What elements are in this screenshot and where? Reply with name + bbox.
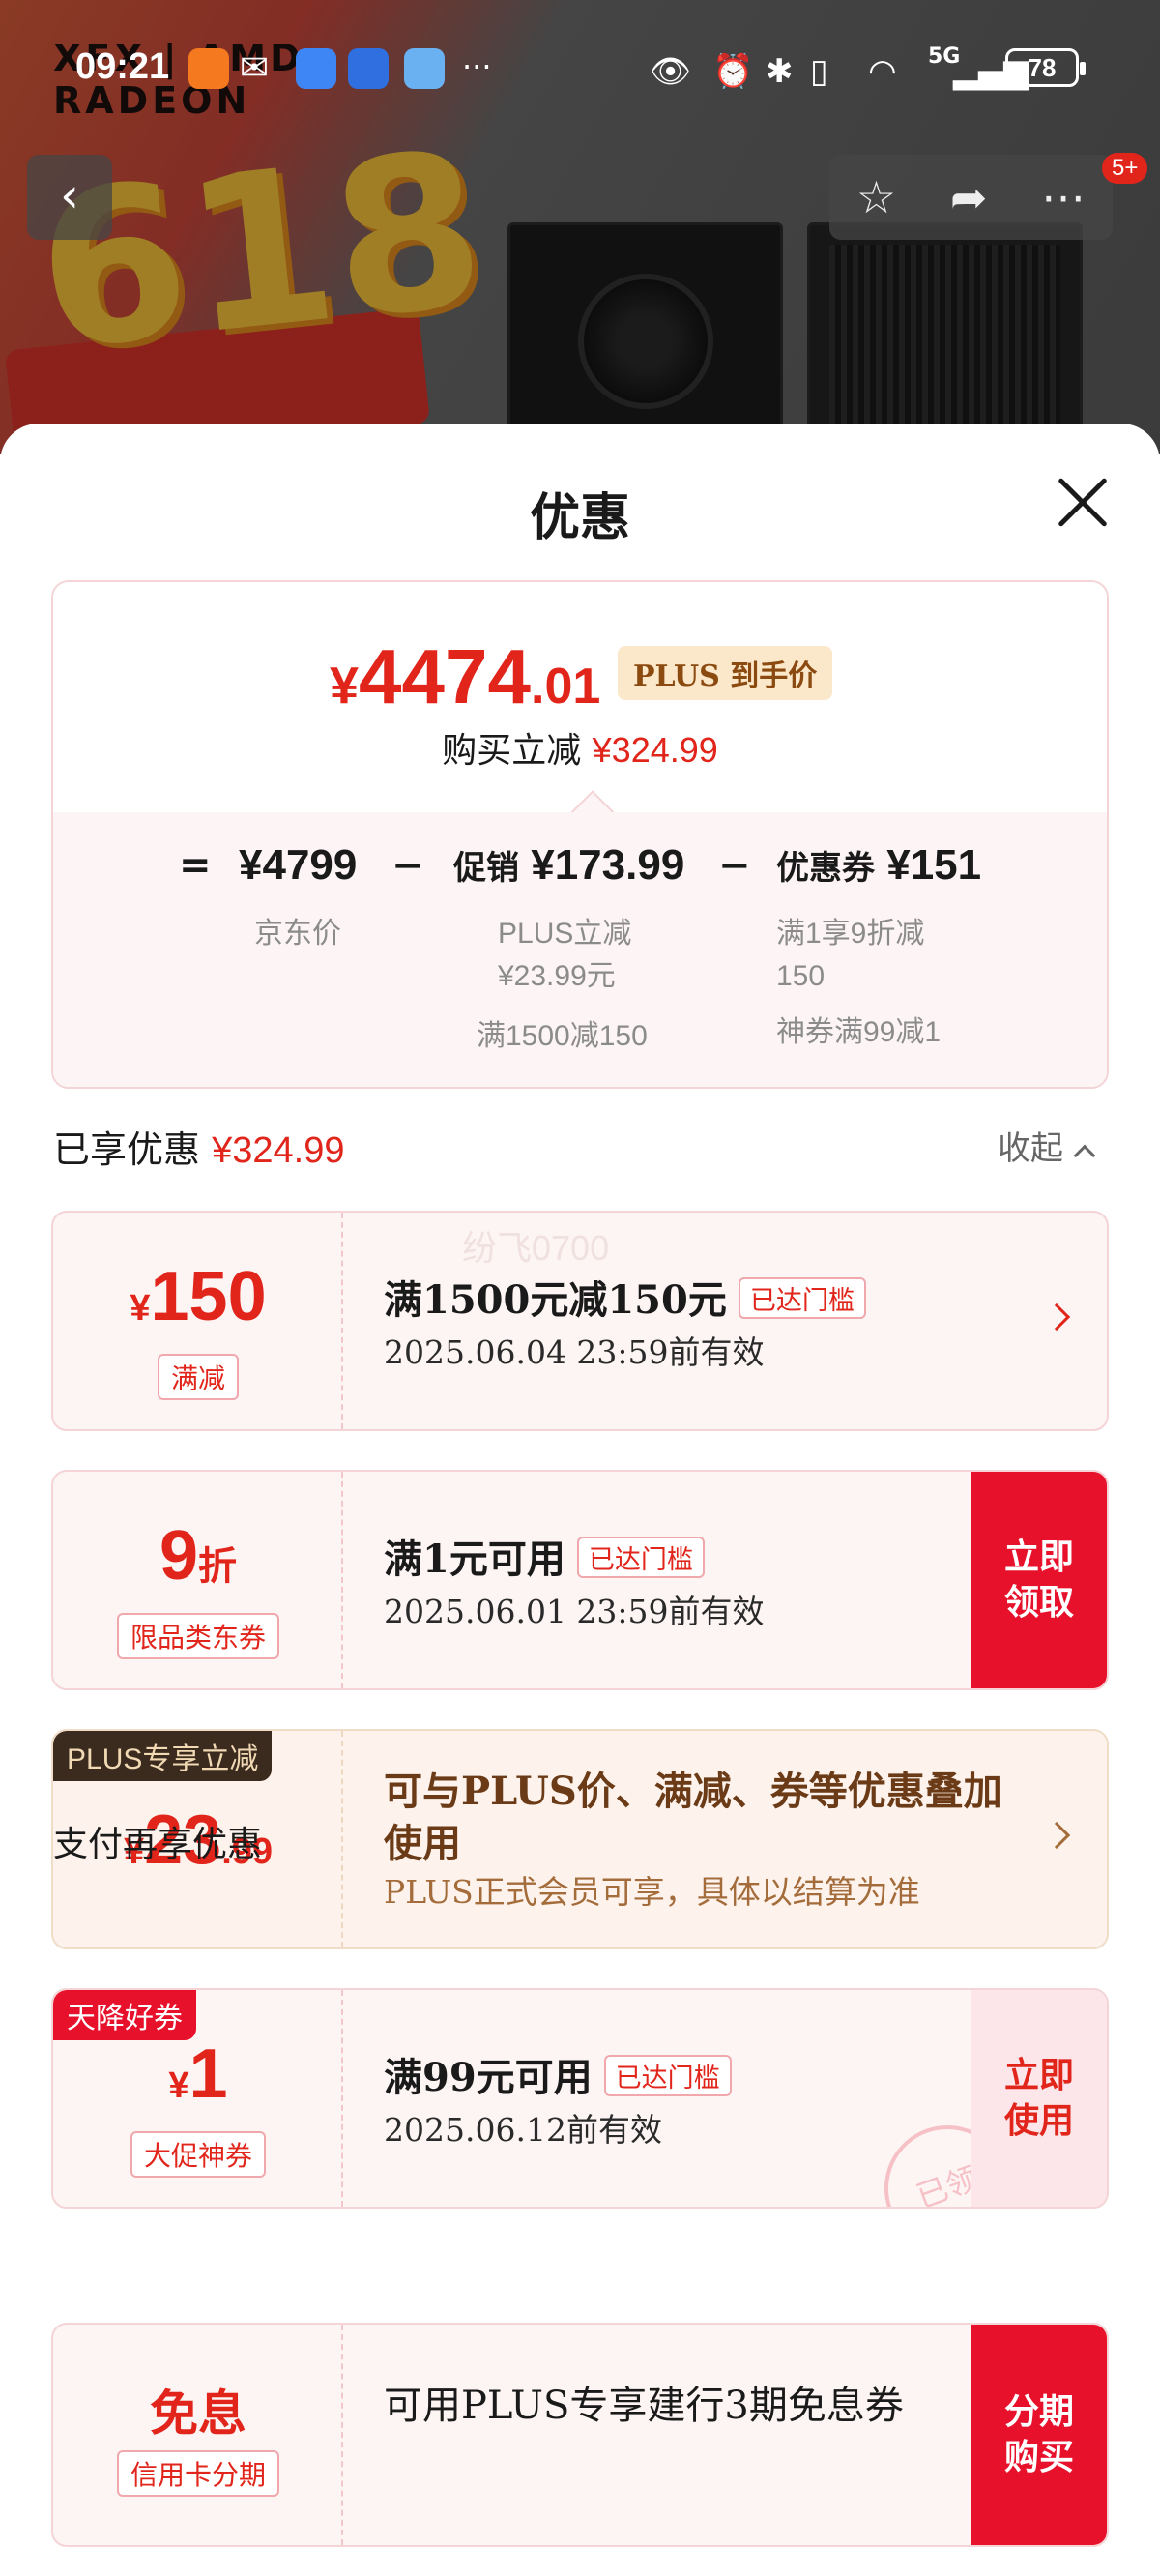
coupon-card-category-discount: 9折 限品类东券 满1元可用 已达门槛 2025.06.01 23:59前有效 立… — [51, 1470, 1109, 1690]
coupon-card-super-coupon: 天降好券 ¥1 大促神券 满99元可用 已达门槛 2025.06.12前有效 已领… — [51, 1988, 1109, 2209]
installment-buy-button[interactable]: 分期 购买 — [972, 2325, 1107, 2545]
share-icon[interactable]: ➦ — [950, 171, 988, 223]
battery-indicator: 78 — [1005, 48, 1086, 87]
top-actions: ☆ ➦ ⋯ — [829, 155, 1113, 240]
promo-amount: 促销 ¥173.99 — [453, 841, 685, 889]
coupon-amount: 优惠券 ¥151 — [776, 841, 982, 889]
star-icon[interactable]: ☆ — [856, 171, 896, 223]
more-notifications-icon: ··· — [462, 48, 492, 85]
reduce-line: 购买立减 ¥324.99 — [442, 730, 718, 771]
chevron-right-icon — [1042, 1303, 1071, 1332]
minus-sign: − — [392, 843, 424, 888]
threshold-reached-tag: 已达门槛 — [738, 1277, 866, 1319]
alarm-icon: ⏰ — [712, 52, 754, 91]
sheet-title: 优惠 — [529, 488, 630, 547]
status-bar: 09:21 ✉ ··· 👁 ⏰ ✱ ▯ ◠ 5G ▂▄▆ 78 — [0, 39, 1160, 101]
plus-exclusive-corner: PLUS专享立减 — [53, 1731, 273, 1781]
promo-sub-1: PLUS立减 — [498, 918, 632, 950]
chevron-right-icon — [1042, 1821, 1071, 1850]
taobao-app-icon — [188, 48, 229, 89]
coupon-sub-1: 满1享9折减 — [776, 918, 925, 950]
coupon-sub-2: 150 — [776, 960, 826, 992]
coupon-title: 满1500元减150元 已达门槛 — [384, 1269, 866, 1325]
installment-card: 免息 信用卡分期 可用PLUS专享建行3期免息券 分期 购买 — [51, 2323, 1109, 2547]
equals-sign: = — [179, 843, 212, 888]
coupon-type-tag: 大促神券 — [130, 2131, 266, 2178]
coupon-title: 可与PLUS价、满减、券等优惠叠加使用 — [384, 1769, 1002, 1866]
coupon-expiry: 2025.06.01 23:59前有效 — [384, 1593, 765, 1630]
jd-price: ¥4799 — [239, 841, 358, 889]
coupon-title: 满1元可用 已达门槛 — [384, 1528, 705, 1584]
eye-icon: 👁 — [650, 52, 692, 91]
threshold-reached-tag: 已达门槛 — [576, 1537, 705, 1578]
credit-card-installment-tag: 信用卡分期 — [116, 2450, 279, 2497]
coupon-value: ¥150 — [130, 1258, 267, 1335]
plus-price-badge: PLUS 到手价 — [618, 646, 833, 700]
back-button[interactable]: ‹ — [27, 155, 112, 240]
coupon-value: 9折 — [159, 1517, 238, 1595]
claim-now-button[interactable]: 立即 领取 — [972, 1472, 1107, 1688]
coupon-type-tag: 满减 — [157, 1354, 239, 1400]
more-icon[interactable]: ⋯ — [1041, 171, 1086, 223]
message-badge: 5+ — [1102, 153, 1148, 184]
coupon-sub-3: 神券满99减1 — [776, 1016, 942, 1048]
price-summary-card: ¥4474.01 PLUS 到手价 购买立减 ¥324.99 = ¥4799 −… — [51, 580, 1109, 1089]
payment-offers-title: 支付再享优惠 — [53, 1825, 263, 1864]
close-icon[interactable] — [1054, 474, 1112, 532]
use-now-button[interactable]: 立即 使用 — [972, 1990, 1107, 2207]
vibrate-icon: ▯ — [810, 52, 828, 91]
clock: 09:21 — [75, 46, 170, 87]
bluetooth-icon: ✱ — [766, 52, 794, 91]
coupon-expiry: 2025.06.04 23:59前有效 — [384, 1333, 765, 1371]
weather-app-icon — [404, 48, 445, 89]
jd-price-label: 京东价 — [254, 918, 341, 950]
promo-sub-3: 满1500减150 — [477, 1020, 648, 1052]
watermark: 纷飞0700 — [462, 1228, 610, 1268]
enjoyed-discount: 已享优惠 ¥324.99 — [53, 1128, 345, 1171]
installment-value: 免息 — [150, 2385, 246, 2442]
coupon-value: ¥1 — [168, 2035, 228, 2113]
minus-sign: − — [718, 843, 751, 888]
threshold-reached-tag: 已达门槛 — [603, 2055, 732, 2096]
collapse-button[interactable]: 收起 — [998, 1122, 1096, 1169]
coupon-title: 满99元可用 已达门槛 — [384, 2046, 732, 2102]
message-app-icon — [296, 48, 336, 89]
wechat-icon: ✉ — [240, 48, 270, 88]
chevron-up-icon — [1073, 1144, 1096, 1167]
coupon-expiry: 2025.06.12前有效 — [384, 2111, 662, 2149]
coupon-desc: PLUS正式会员可享，具体以结算为准 — [384, 1873, 920, 1911]
price-breakdown: = ¥4799 − 促销 ¥173.99 − 优惠券 ¥151 京东价 PLUS… — [53, 812, 1107, 1087]
coupon-type-tag: 限品类东券 — [116, 1613, 279, 1659]
installment-title: 可用PLUS专享建行3期免息券 — [384, 2384, 904, 2428]
sky-coupon-corner: 天降好券 — [53, 1990, 196, 2040]
promo-sub-2: ¥23.99元 — [498, 960, 616, 992]
final-price: ¥4474.01 — [330, 633, 601, 719]
haier-app-icon — [348, 48, 389, 89]
wifi-icon: ◠ — [868, 52, 897, 91]
